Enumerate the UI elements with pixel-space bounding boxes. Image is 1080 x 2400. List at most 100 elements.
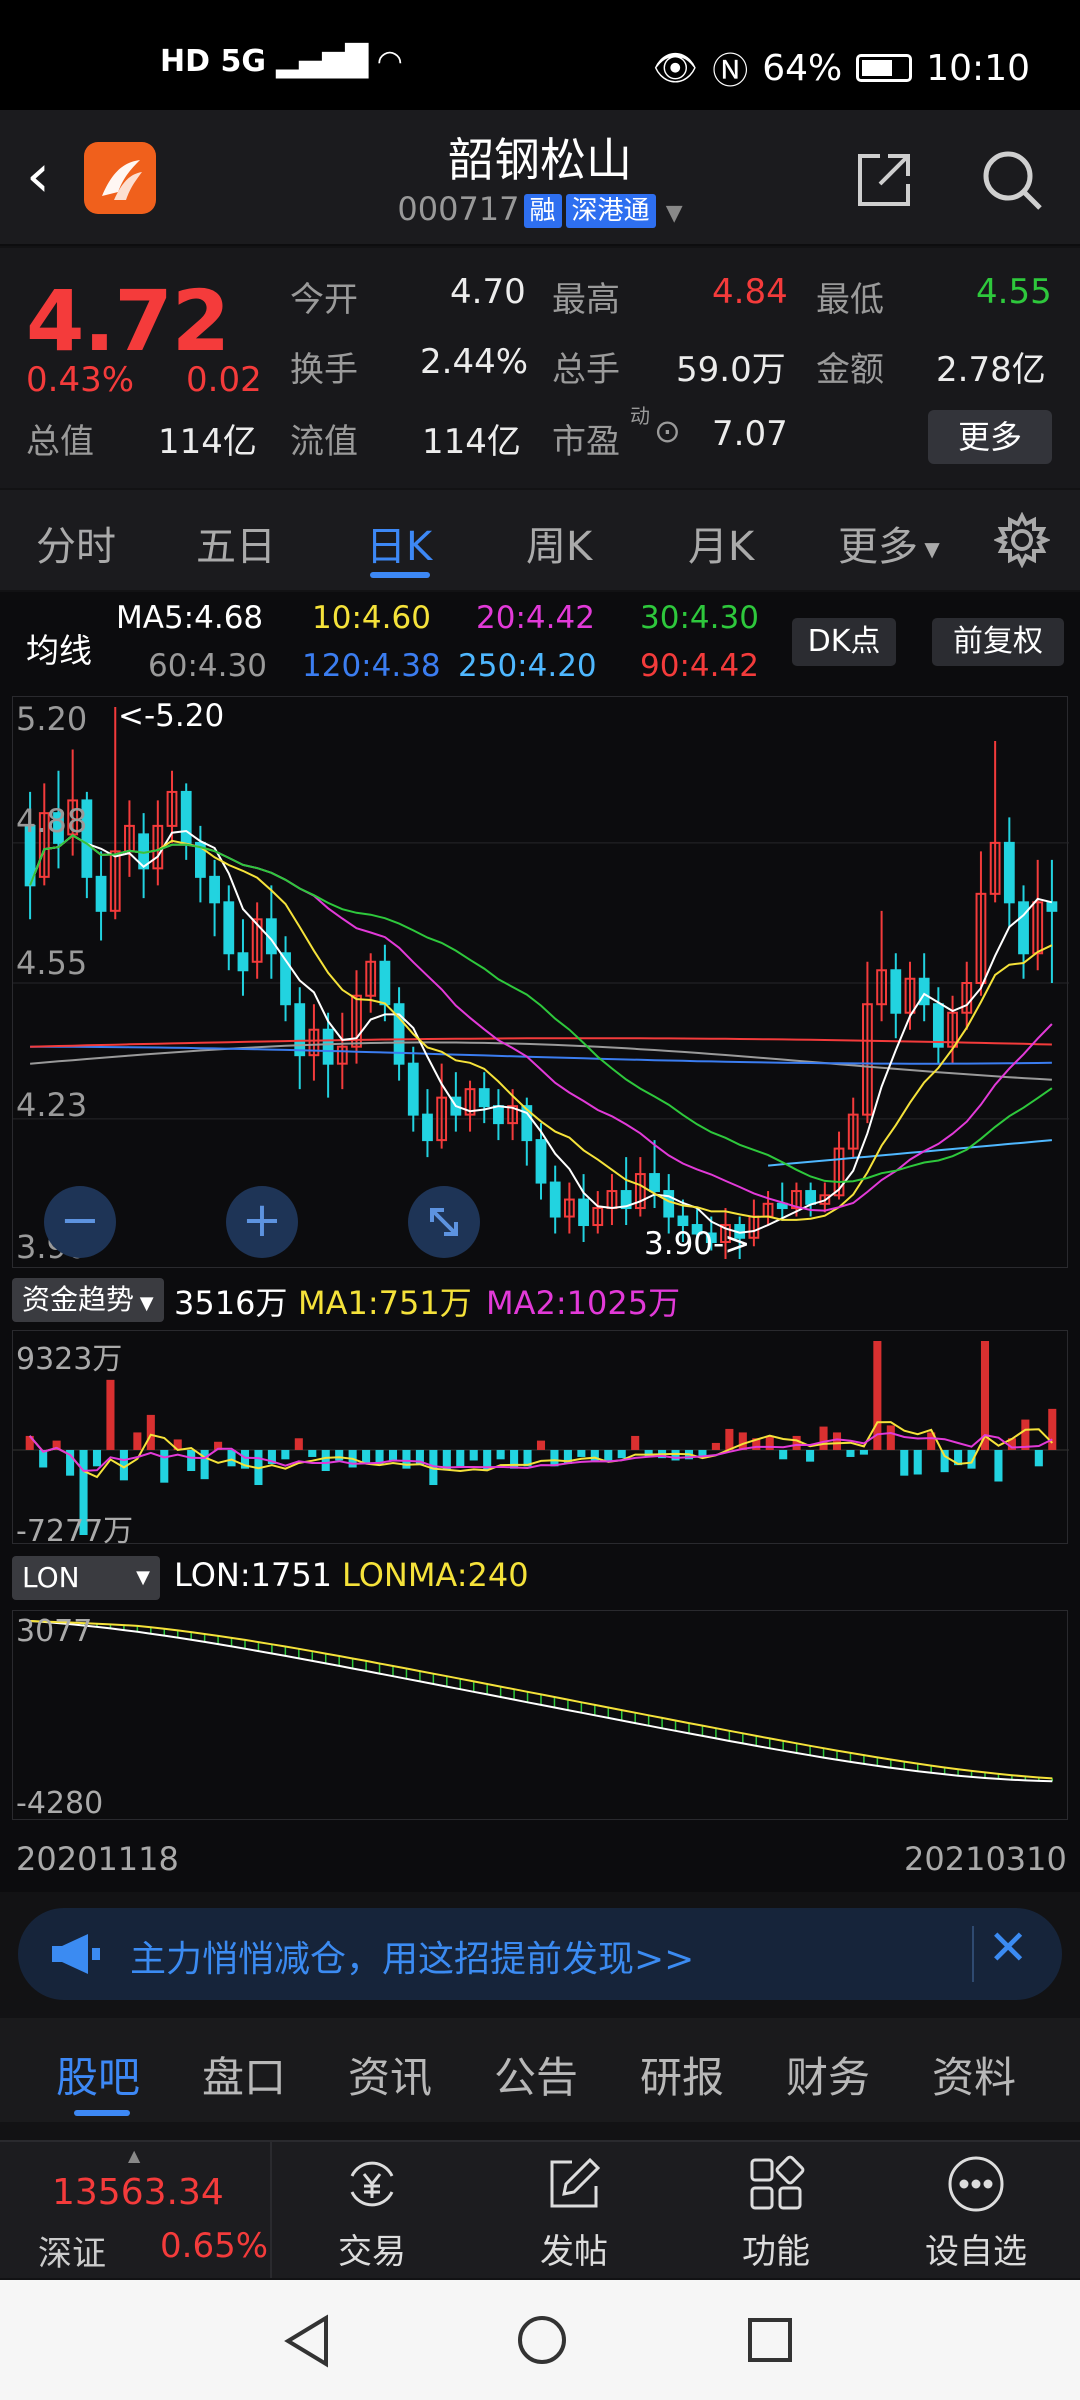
stock-code: 000717 <box>397 190 520 228</box>
candle-body <box>932 1003 944 1048</box>
candle-body <box>535 1139 547 1184</box>
nav-home-icon[interactable] <box>514 2312 570 2372</box>
more-quote-button[interactable]: 更多 <box>928 410 1052 464</box>
amount-value: 2.78亿 <box>936 350 1046 390</box>
add-watchlist-label: 设自选 <box>925 2232 1027 2272</box>
tab-more-label: 更多 <box>838 524 918 570</box>
trade-button[interactable]: 交易 <box>312 2152 432 2273</box>
dk-point-button[interactable]: DK点 <box>792 618 896 666</box>
zoom-out-button[interactable]: − <box>44 1186 116 1258</box>
share-icon[interactable] <box>852 148 916 216</box>
open-value: 4.70 <box>450 272 526 312</box>
candle-body <box>393 1003 405 1065</box>
tab-order-book[interactable]: 盘口 <box>202 2044 286 2105</box>
fullscreen-button[interactable] <box>408 1186 480 1258</box>
flow-bar <box>335 1449 344 1461</box>
flow-bar <box>631 1435 640 1450</box>
tab-minute[interactable]: 分时 <box>36 514 116 572</box>
flow-ma2-line <box>28 1431 1053 1472</box>
float-value: 114亿 <box>422 422 521 462</box>
stock-name: 韶钢松山 <box>448 133 632 187</box>
network-label: HD 5G <box>160 44 266 79</box>
trade-icon <box>350 2161 394 2207</box>
flow-bar <box>469 1449 478 1461</box>
chevron-down-icon: ▼ <box>918 537 940 561</box>
candle-body <box>649 1173 660 1193</box>
ma60-value: 60:4.30 <box>148 648 267 684</box>
tab-announcements[interactable]: 公告 <box>494 2044 578 2105</box>
capital-ma1: MA1:751万 <box>298 1284 472 1322</box>
flow-bar <box>738 1432 747 1450</box>
tab-forum[interactable]: 股吧 <box>56 2044 140 2105</box>
tab-monthly-k[interactable]: 月K <box>688 514 754 572</box>
flow-bar <box>496 1449 505 1460</box>
kline-chart[interactable] <box>12 696 1069 1268</box>
add-watchlist-button[interactable]: 设自选 <box>916 2152 1036 2273</box>
candle-body <box>422 1113 433 1142</box>
indicator-select-capital[interactable]: 资金趋势 ▼ <box>12 1278 164 1322</box>
ma250-line <box>768 1139 1052 1167</box>
flow-bar <box>806 1449 815 1462</box>
ma20-value: 20:4.42 <box>476 600 595 636</box>
index-change: 0.65% <box>160 2226 269 2266</box>
nav-recents-icon[interactable] <box>746 2316 794 2368</box>
tab-weekly-k[interactable]: 周K <box>526 514 592 572</box>
tab-financials[interactable]: 财务 <box>786 2044 870 2105</box>
index-ticker[interactable]: ▲ 13563.34 深证 0.65% <box>0 2142 270 2278</box>
candle-body <box>1003 841 1015 904</box>
flow-bar <box>980 1341 990 1450</box>
tab-daily-k[interactable]: 日K <box>366 514 432 572</box>
chart-area: 均线 MA5:4.68 10:4.60 20:4.42 30:4.30 60:4.30… <box>0 592 1080 1892</box>
lon-bottom-label: -4280 <box>16 1786 104 1821</box>
flow-bar <box>160 1449 169 1483</box>
lon-label: LON <box>22 1561 80 1594</box>
tab-news[interactable]: 资讯 <box>348 2044 432 2105</box>
search-icon[interactable] <box>978 146 1046 218</box>
lon-chart[interactable] <box>12 1610 1068 1820</box>
settings-gear-icon[interactable] <box>992 511 1052 572</box>
total-value-label: 总值 <box>26 422 94 462</box>
lon-value: LON:1751 <box>174 1556 333 1594</box>
tab-profile[interactable]: 资料 <box>932 2044 1016 2105</box>
flow-bar <box>792 1435 801 1450</box>
close-icon[interactable]: ✕ <box>988 1920 1028 1976</box>
zoom-in-button[interactable]: + <box>226 1186 298 1258</box>
capital-chart[interactable] <box>12 1330 1069 1544</box>
info-dots-icon[interactable]: ⊙ <box>654 412 681 450</box>
flow-bar <box>294 1438 303 1450</box>
y-tick-top: 5.20 <box>16 700 88 738</box>
post-button[interactable]: 发帖 <box>514 2152 634 2273</box>
flow-bar <box>617 1449 626 1459</box>
adjust-mode-button[interactable]: 前复权 <box>932 618 1064 666</box>
candle-body <box>180 790 192 844</box>
tab-research[interactable]: 研报 <box>640 2044 724 2105</box>
active-tab-indicator <box>370 572 430 578</box>
dropdown-triangle-icon[interactable]: ▼ <box>666 201 683 226</box>
flow-bar <box>698 1449 707 1456</box>
volume-label: 总手 <box>552 350 620 390</box>
high-marker: <-5.20 <box>118 698 225 734</box>
flow-bar <box>1048 1408 1057 1450</box>
high-value: 4.84 <box>712 272 788 312</box>
nav-back-icon[interactable] <box>282 2314 332 2372</box>
flow-bar <box>846 1449 855 1457</box>
ma30-value: 30:4.30 <box>640 600 759 636</box>
clock: 10:10 <box>926 47 1030 89</box>
high-label: 最高 <box>552 280 620 320</box>
flow-bar <box>321 1449 330 1471</box>
period-tabs: 分时 五日 日K 周K 月K 更多 ▼ <box>0 490 1080 590</box>
chevron-up-icon: ▲ <box>128 2146 141 2165</box>
flow-bar <box>913 1449 922 1475</box>
capital-bottom-label: -7277万 <box>16 1514 134 1549</box>
tab-more[interactable]: 更多 ▼ <box>838 514 940 572</box>
indicator-select-lon[interactable]: LON ▼ <box>12 1556 160 1600</box>
candle-body <box>379 960 391 1006</box>
turnover-label: 换手 <box>290 350 358 390</box>
tab-five-day[interactable]: 五日 <box>196 514 276 572</box>
promo-banner[interactable]: 主力悄悄减仓，用这招提前发现>> ✕ <box>18 1908 1062 2000</box>
megaphone-icon <box>48 1930 104 1982</box>
change-amount: 0.02 <box>186 360 262 400</box>
functions-button[interactable]: 功能 <box>716 2152 836 2273</box>
quote-panel: 4.72 0.43% 0.02 总值 114亿 今开 4.70 最高 4.84 … <box>0 248 1080 488</box>
candle-body <box>578 1198 589 1227</box>
